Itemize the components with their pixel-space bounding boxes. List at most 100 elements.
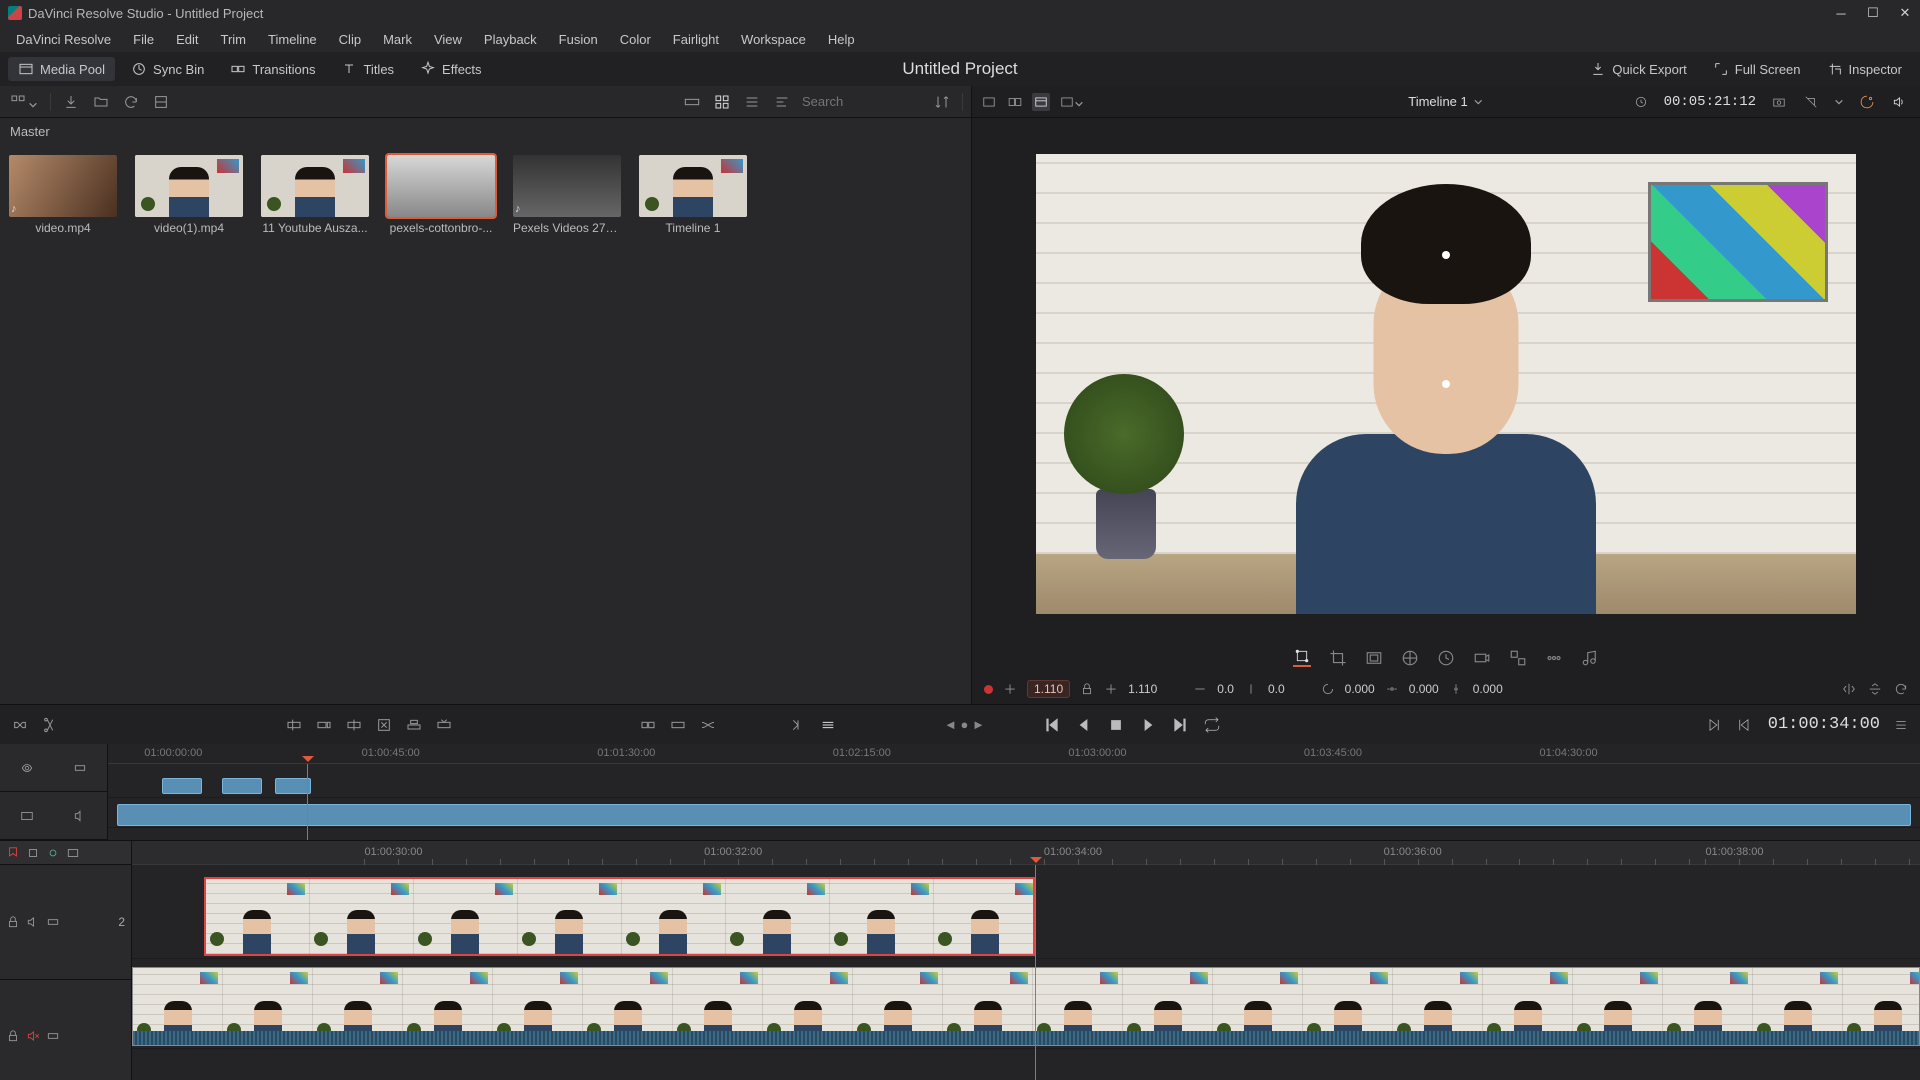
source-overwrite-button[interactable] (436, 717, 452, 733)
mute-icon[interactable] (26, 1029, 40, 1043)
menu-playback[interactable]: Playback (474, 29, 547, 50)
menu-fairlight[interactable]: Fairlight (663, 29, 729, 50)
color-tool-button[interactable] (1509, 649, 1527, 667)
fast-review-button[interactable] (790, 717, 806, 733)
menu-timeline[interactable]: Timeline (258, 29, 327, 50)
media-clip[interactable]: pexels-cottonbro-... (384, 155, 498, 235)
menu-trim[interactable]: Trim (211, 29, 257, 50)
thumbnail-view-button[interactable] (712, 92, 732, 112)
video-track-1[interactable] (132, 965, 1920, 1049)
video-only-button[interactable] (20, 809, 34, 823)
panel-tab-inspector[interactable]: Inspector (1817, 57, 1912, 81)
crop-tool-button[interactable] (1329, 649, 1347, 667)
track-opts-button[interactable] (66, 846, 80, 860)
metadata-view-button[interactable] (772, 92, 792, 112)
smart-insert-button[interactable] (286, 717, 302, 733)
lock-icon[interactable] (6, 1029, 20, 1043)
camera-tool-button[interactable] (1473, 649, 1491, 667)
chevron-down-icon[interactable] (1474, 97, 1484, 107)
panel-tab-sync-bin[interactable]: Sync Bin (121, 57, 214, 81)
refresh-button[interactable] (121, 92, 141, 112)
lock-icon[interactable] (6, 915, 20, 929)
panel-tab-full-screen[interactable]: Full Screen (1703, 57, 1811, 81)
track-header-v2[interactable]: 2 (0, 865, 131, 980)
timeline-viewer-button[interactable] (1032, 93, 1050, 111)
bypass-button[interactable] (1802, 93, 1820, 111)
locked-track-button[interactable] (20, 761, 34, 775)
overview-track-2[interactable] (108, 776, 1920, 798)
cut-button[interactable] (670, 717, 686, 733)
panel-tab-titles[interactable]: Titles (331, 57, 404, 81)
viewer-preview[interactable] (1036, 154, 1856, 614)
transform-tool-button[interactable] (1293, 649, 1311, 667)
timeline-options-button[interactable] (1894, 718, 1908, 732)
menu-workspace[interactable]: Workspace (731, 29, 816, 50)
bin-folder-label[interactable]: Master (0, 118, 971, 145)
panel-tab-transitions[interactable]: Transitions (220, 57, 325, 81)
viewer-opts-button[interactable] (1058, 93, 1086, 111)
timeline-timecode[interactable]: 01:00:34:00 (1768, 715, 1880, 734)
play-button[interactable] (1139, 716, 1157, 734)
dissolve-button[interactable] (640, 717, 656, 733)
media-clip[interactable]: video(1).mp4 (132, 155, 246, 235)
place-on-top-button[interactable] (406, 717, 422, 733)
next-edit-button[interactable] (1704, 716, 1722, 734)
timeline-clip-v1[interactable] (132, 967, 1920, 1046)
jog-indicator[interactable]: ◄ ● ► (944, 717, 985, 732)
timeline-clip-v2[interactable] (204, 877, 1035, 956)
timeline-name-label[interactable]: Timeline 1 (1408, 94, 1467, 109)
speaker-icon[interactable] (26, 915, 40, 929)
close-up-button[interactable] (376, 717, 392, 733)
append-button[interactable] (316, 717, 332, 733)
anchor-x-value[interactable]: 0.000 (1409, 682, 1439, 696)
anchor-y-value[interactable]: 0.000 (1473, 682, 1503, 696)
dynamic-zoom-button[interactable] (1365, 649, 1383, 667)
media-clip[interactable]: ♪11 Youtube Ausza... (258, 155, 372, 235)
smooth-cut-button[interactable] (700, 717, 716, 733)
menu-file[interactable]: File (123, 29, 164, 50)
import-media-button[interactable] (61, 92, 81, 112)
split-button[interactable] (42, 717, 58, 733)
audio-levels-button[interactable] (1581, 649, 1599, 667)
menu-fusion[interactable]: Fusion (549, 29, 608, 50)
import-folder-button[interactable] (91, 92, 111, 112)
panel-tab-media-pool[interactable]: Media Pool (8, 57, 115, 81)
list-view-button[interactable] (742, 92, 762, 112)
snap-button[interactable] (26, 846, 40, 860)
ripple-overwrite-button[interactable] (346, 717, 362, 733)
stabilize-button[interactable] (1401, 649, 1419, 667)
window-maximize-button[interactable]: ☐ (1866, 6, 1880, 20)
track-icon[interactable] (46, 1029, 60, 1043)
marker-icon[interactable] (6, 846, 20, 860)
audio-trim-button[interactable] (73, 809, 87, 823)
video-track-2[interactable] (132, 875, 1920, 959)
menu-help[interactable]: Help (818, 29, 865, 50)
lock-icon[interactable] (1080, 682, 1094, 696)
overview-playhead[interactable] (307, 764, 308, 840)
prev-edit-button[interactable] (1736, 716, 1754, 734)
skip-back-button[interactable] (1043, 716, 1061, 734)
safe-area-button[interactable] (1858, 93, 1876, 111)
panel-tab-effects[interactable]: Effects (410, 57, 492, 81)
skip-forward-button[interactable] (1171, 716, 1189, 734)
source-viewer-button[interactable] (980, 93, 998, 111)
chevron-down-icon[interactable] (1834, 97, 1844, 107)
strip-view-button[interactable] (682, 92, 702, 112)
zoom-y-value[interactable]: 1.110 (1128, 682, 1157, 696)
reset-transform-button[interactable] (1894, 682, 1908, 696)
flip-h-button[interactable] (1842, 682, 1856, 696)
loop-button[interactable] (1203, 716, 1221, 734)
media-clip[interactable]: ♪video.mp4 (6, 155, 120, 235)
bin-view-dropdown[interactable] (8, 92, 40, 112)
timeline-mode-button[interactable] (820, 717, 836, 733)
prev-frame-button[interactable] (1075, 716, 1093, 734)
free-track-button[interactable] (73, 761, 87, 775)
menu-view[interactable]: View (424, 29, 472, 50)
timeline-playhead[interactable] (1035, 865, 1036, 1080)
flip-v-button[interactable] (1868, 682, 1882, 696)
link-button[interactable] (46, 846, 60, 860)
sync-button[interactable] (151, 92, 171, 112)
window-close-button[interactable]: ✕ (1898, 6, 1912, 20)
media-clip[interactable]: Timeline 1 (636, 155, 750, 235)
zoom-x-value[interactable]: 1.110 (1027, 680, 1070, 698)
